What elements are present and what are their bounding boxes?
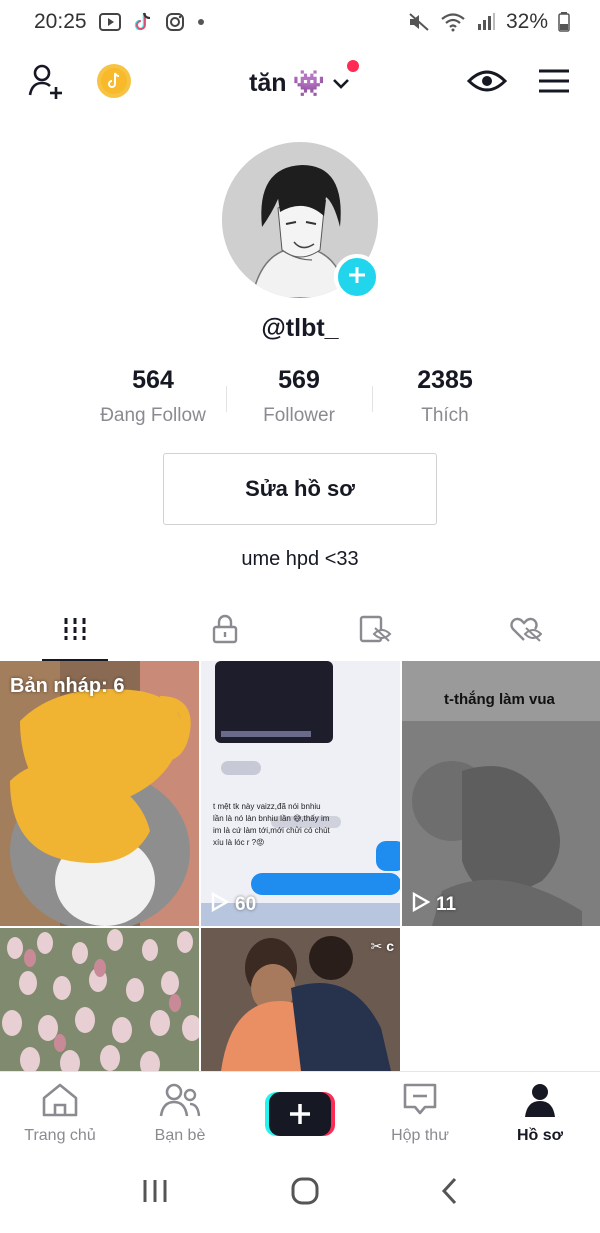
videos-grid-icon xyxy=(61,615,89,648)
stat-value: 569 xyxy=(278,366,320,394)
home-system-button[interactable] xyxy=(290,1176,320,1211)
instagram-icon xyxy=(165,12,185,32)
nav-label: Hồ sơ xyxy=(516,1127,564,1144)
profile-header: tăn 👾 xyxy=(0,55,600,111)
tab-videos[interactable] xyxy=(0,600,150,662)
stat-label: Đang Follow xyxy=(100,405,206,426)
nav-inbox[interactable]: Hộp thư xyxy=(360,1072,480,1154)
nav-friends[interactable]: Bạn bè xyxy=(120,1072,240,1154)
tab-reposts[interactable] xyxy=(300,600,450,662)
inbox-icon xyxy=(400,1082,440,1123)
profile-handle: @tlbt_ xyxy=(261,314,339,342)
create-button xyxy=(265,1092,335,1136)
tiktok-icon xyxy=(133,11,153,33)
signal-icon xyxy=(476,12,496,32)
video-watermark: ✂ c xyxy=(370,938,394,954)
stat-followers[interactable]: 569 Follower xyxy=(226,366,372,427)
back-button[interactable] xyxy=(440,1176,460,1211)
nav-label: Trang chủ xyxy=(24,1127,96,1144)
mute-icon xyxy=(408,12,430,32)
content-tabs xyxy=(0,600,600,662)
status-time: 20:25 xyxy=(34,10,87,33)
play-icon xyxy=(211,891,230,918)
profile-views-button[interactable] xyxy=(466,67,508,99)
video-thumbnail xyxy=(201,661,400,926)
plus-icon xyxy=(346,261,368,293)
stat-likes[interactable]: 2385 Thích xyxy=(372,366,518,427)
battery-icon xyxy=(558,12,570,32)
video-tile[interactable]: t mệt tk này vaizz,đã nói bnhiu lần là n… xyxy=(201,661,400,926)
edit-profile-button[interactable]: Sửa hồ sơ xyxy=(163,453,437,525)
battery-text: 32% xyxy=(505,10,548,33)
video-tile[interactable] xyxy=(0,928,199,1071)
back-icon xyxy=(441,1177,457,1204)
recent-apps-button[interactable] xyxy=(140,1177,170,1210)
recent-apps-icon xyxy=(143,1179,167,1202)
stat-value: 564 xyxy=(132,366,174,394)
drafts-tile[interactable]: Bản nháp: 6 xyxy=(0,661,199,926)
home-circle-icon xyxy=(291,1177,319,1204)
stat-following[interactable]: 564 Đang Follow xyxy=(80,366,226,427)
view-count-value: 60 xyxy=(235,894,257,915)
play-icon xyxy=(412,891,431,918)
nav-label: Bạn bè xyxy=(154,1127,206,1144)
stat-label: Follower xyxy=(263,405,335,426)
chevron-down-icon xyxy=(331,69,351,98)
profile-icon xyxy=(522,1082,558,1123)
nav-create[interactable] xyxy=(240,1072,360,1154)
username: tăn xyxy=(249,68,287,97)
lock-icon xyxy=(211,614,239,649)
status-bar: 20:25 32% xyxy=(0,0,600,44)
stat-divider xyxy=(372,386,373,412)
youtube-icon xyxy=(98,13,121,31)
dot-icon xyxy=(197,18,205,26)
stat-value: 2385 xyxy=(417,366,473,394)
drafts-label: Bản nháp: 6 xyxy=(10,675,125,697)
friends-icon xyxy=(159,1082,201,1123)
nav-profile[interactable]: Hồ sơ xyxy=(480,1072,600,1154)
tab-private[interactable] xyxy=(150,600,300,662)
view-count: 60 xyxy=(211,891,257,918)
profile-bio: ume hpd <33 xyxy=(241,548,359,570)
bottom-nav: Trang chủ Bạn bè Hộp thư Hồ sơ xyxy=(0,1071,600,1153)
hidden-icon xyxy=(358,614,392,649)
stat-divider xyxy=(226,386,227,412)
video-tile[interactable]: t-thắng làm vua 11 xyxy=(402,661,600,926)
drafts-thumbnail xyxy=(0,661,199,926)
video-tile[interactable]: ✂ c xyxy=(201,928,400,1071)
system-nav-bar xyxy=(0,1153,600,1233)
view-count-value: 11 xyxy=(436,894,457,915)
video-overlay-text: t mệt tk này vaizz,đã nói bnhiu lần là n… xyxy=(213,802,330,847)
profile-stats: 564 Đang Follow 569 Follower 2385 Thích xyxy=(80,366,520,427)
nav-label: Hộp thư xyxy=(391,1127,449,1144)
stat-label: Thích xyxy=(421,405,469,426)
nav-home[interactable]: Trang chủ xyxy=(0,1072,120,1154)
create-icon xyxy=(265,1092,335,1136)
username-emoji: 👾 xyxy=(292,67,325,98)
view-count: 11 xyxy=(412,891,457,918)
wifi-icon xyxy=(440,12,466,32)
heart-hidden-icon xyxy=(508,614,543,649)
home-icon xyxy=(40,1082,80,1123)
add-avatar-button[interactable] xyxy=(334,254,380,300)
menu-button[interactable] xyxy=(534,67,574,99)
tulips-thumbnail xyxy=(0,928,199,1071)
notification-dot xyxy=(347,60,359,72)
eye-icon xyxy=(466,67,508,100)
account-switcher[interactable]: tăn 👾 xyxy=(0,55,600,111)
tab-liked[interactable] xyxy=(450,600,600,662)
video-overlay-text: t-thắng làm vua xyxy=(444,691,555,708)
hamburger-icon xyxy=(537,68,571,99)
